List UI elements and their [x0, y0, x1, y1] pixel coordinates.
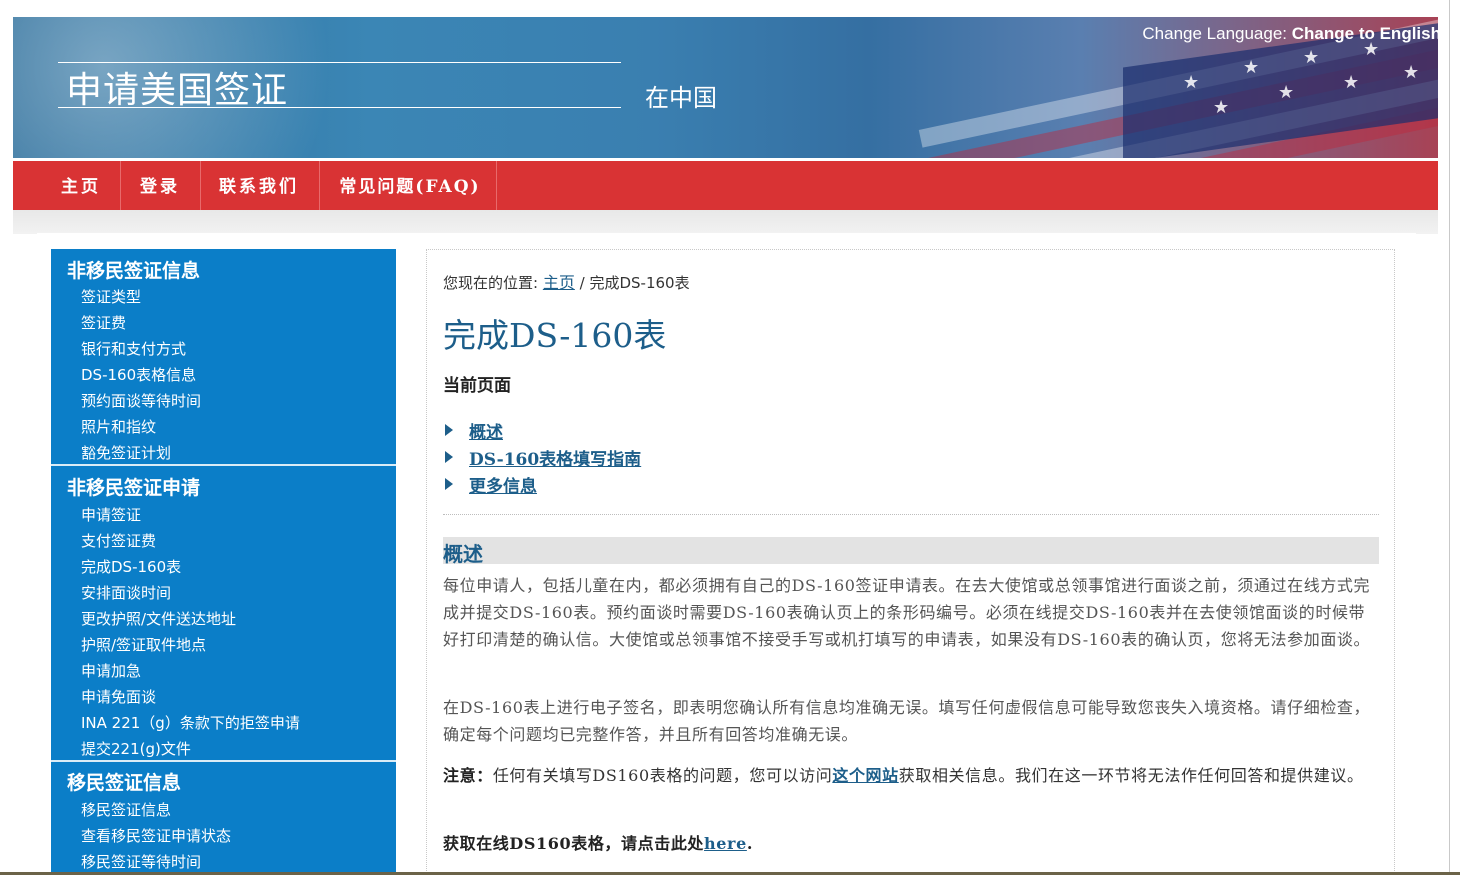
- change-to-english-link[interactable]: Change to English: [1292, 24, 1441, 43]
- sidebar-item-visa-waiver[interactable]: 豁免签证计划: [81, 442, 171, 463]
- star-icon: ★: [1243, 57, 1260, 78]
- sidebar-item-apply[interactable]: 申请签证: [81, 504, 141, 525]
- site-subtitle: 在中国: [645, 84, 717, 112]
- sidebar-item-immigrant-status[interactable]: 查看移民签证申请状态: [81, 825, 231, 846]
- sidebar-section-title: 非移民签证信息: [67, 260, 201, 282]
- change-language-label: Change Language:: [1142, 24, 1288, 43]
- sidebar-item-visa-types[interactable]: 签证类型: [81, 286, 141, 307]
- toc-link-more-info[interactable]: 更多信息: [469, 472, 537, 497]
- nav-login[interactable]: 登录: [126, 161, 194, 210]
- sidebar-item-immigrant-wait[interactable]: 移民签证等待时间: [81, 851, 201, 872]
- star-icon: ★: [1213, 97, 1230, 118]
- current-page-label: 当前页面: [443, 376, 511, 396]
- breadcrumb: 您现在的位置: 主页 / 完成DS-160表: [443, 269, 690, 293]
- sidebar-item-ds160-info[interactable]: DS-160表格信息: [81, 364, 196, 385]
- star-icon: ★: [1183, 72, 1200, 93]
- nav-faq[interactable]: 常见问题(FAQ): [325, 161, 495, 210]
- sidebar-item-pay-fee[interactable]: 支付签证费: [81, 530, 156, 551]
- section-title: 概述: [443, 542, 483, 566]
- note-label: 注意：: [443, 766, 493, 785]
- sidebar-section-title: 移民签证信息: [67, 772, 182, 794]
- note-text-end: 获取相关信息。我们在这一环节将无法作任何回答和提供建议。: [898, 766, 1364, 785]
- nav-separator: [200, 161, 201, 210]
- sidebar-item-wait-times[interactable]: 预约面谈等待时间: [81, 390, 201, 411]
- get-form-paragraph: 获取在线DS160表格，请点击此处here.: [443, 830, 1379, 857]
- sidebar-item-immigrant-info[interactable]: 移民签证信息: [81, 799, 171, 820]
- page-edge: [1449, 0, 1450, 875]
- nav-separator: [120, 161, 121, 210]
- sidebar-item-schedule[interactable]: 安排面谈时间: [81, 582, 171, 603]
- sidebar-item-complete-ds160[interactable]: 完成DS-160表: [81, 556, 181, 577]
- section-header-bar: [443, 537, 1379, 564]
- sidebar-section-title: 非移民签证申请: [67, 477, 201, 499]
- site-title: 申请美国签证: [66, 70, 289, 111]
- sidebar-divider: [51, 464, 396, 466]
- star-icon: ★: [1403, 62, 1420, 83]
- page-title: 完成DS-160表: [443, 316, 667, 355]
- nav-contact[interactable]: 联系我们: [206, 161, 312, 210]
- arrow-right-icon: [445, 451, 453, 463]
- sidebar-item-221g-documents[interactable]: 提交221(g)文件: [81, 738, 191, 759]
- nav-shadow: [13, 210, 1438, 234]
- breadcrumb-home-link[interactable]: 主页: [543, 273, 575, 292]
- sidebar-item-visa-fees[interactable]: 签证费: [81, 312, 126, 333]
- sidebar-divider: [51, 760, 396, 762]
- nav-separator: [496, 161, 497, 210]
- toc-link-overview[interactable]: 概述: [469, 418, 503, 443]
- sidebar-item-photo-fingerprints[interactable]: 照片和指纹: [81, 416, 156, 437]
- section-divider: [443, 514, 1379, 515]
- change-language: Change Language: Change to English: [1142, 24, 1441, 44]
- top-margin: [0, 0, 1460, 6]
- arrow-right-icon: [445, 478, 453, 490]
- sidebar-item-change-address[interactable]: 更改护照/文件送达地址: [81, 608, 236, 629]
- sidebar-item-expedite[interactable]: 申请加急: [81, 660, 141, 681]
- get-form-end: .: [746, 834, 754, 853]
- toc-link-guide[interactable]: DS-160表格填写指南: [469, 445, 641, 470]
- sidebar-item-pickup[interactable]: 护照/签证取件地点: [81, 634, 206, 655]
- star-icon: ★: [1343, 72, 1360, 93]
- breadcrumb-prefix: 您现在的位置:: [443, 274, 539, 292]
- sidebar-item-221g-refusal[interactable]: INA 221（g）条款下的拒签申请: [81, 712, 300, 733]
- overview-paragraph: 每位申请人，包括儿童在内，都必须拥有自己的DS-160签证申请表。在去大使馆或总…: [443, 576, 1371, 649]
- star-icon: ★: [1278, 82, 1295, 103]
- nav-home[interactable]: 主页: [49, 161, 113, 210]
- here-link[interactable]: here: [704, 834, 747, 853]
- star-icon: ★: [1303, 47, 1320, 68]
- sidebar-item-payment[interactable]: 银行和支付方式: [81, 338, 186, 359]
- breadcrumb-current: / 完成DS-160表: [579, 274, 690, 292]
- arrow-right-icon: [445, 424, 453, 436]
- this-website-link[interactable]: 这个网站: [832, 766, 898, 785]
- main-nav: 主页 登录 联系我们 常见问题(FAQ): [13, 161, 1438, 210]
- note-text: 任何有关填写DS160表格的问题，您可以访问: [492, 766, 833, 785]
- signature-paragraph: 在DS-160表上进行电子签名，即表明您确认所有信息均准确无误。填写任何虚假信息…: [443, 698, 1371, 744]
- nav-separator: [319, 161, 320, 210]
- note-paragraph: 注意：任何有关填写DS160表格的问题，您可以访问这个网站获取相关信息。我们在这…: [443, 762, 1379, 789]
- sidebar-item-waiver-interview[interactable]: 申请免面谈: [81, 686, 156, 707]
- get-form-text: 获取在线DS160表格，请点击此处: [443, 834, 705, 853]
